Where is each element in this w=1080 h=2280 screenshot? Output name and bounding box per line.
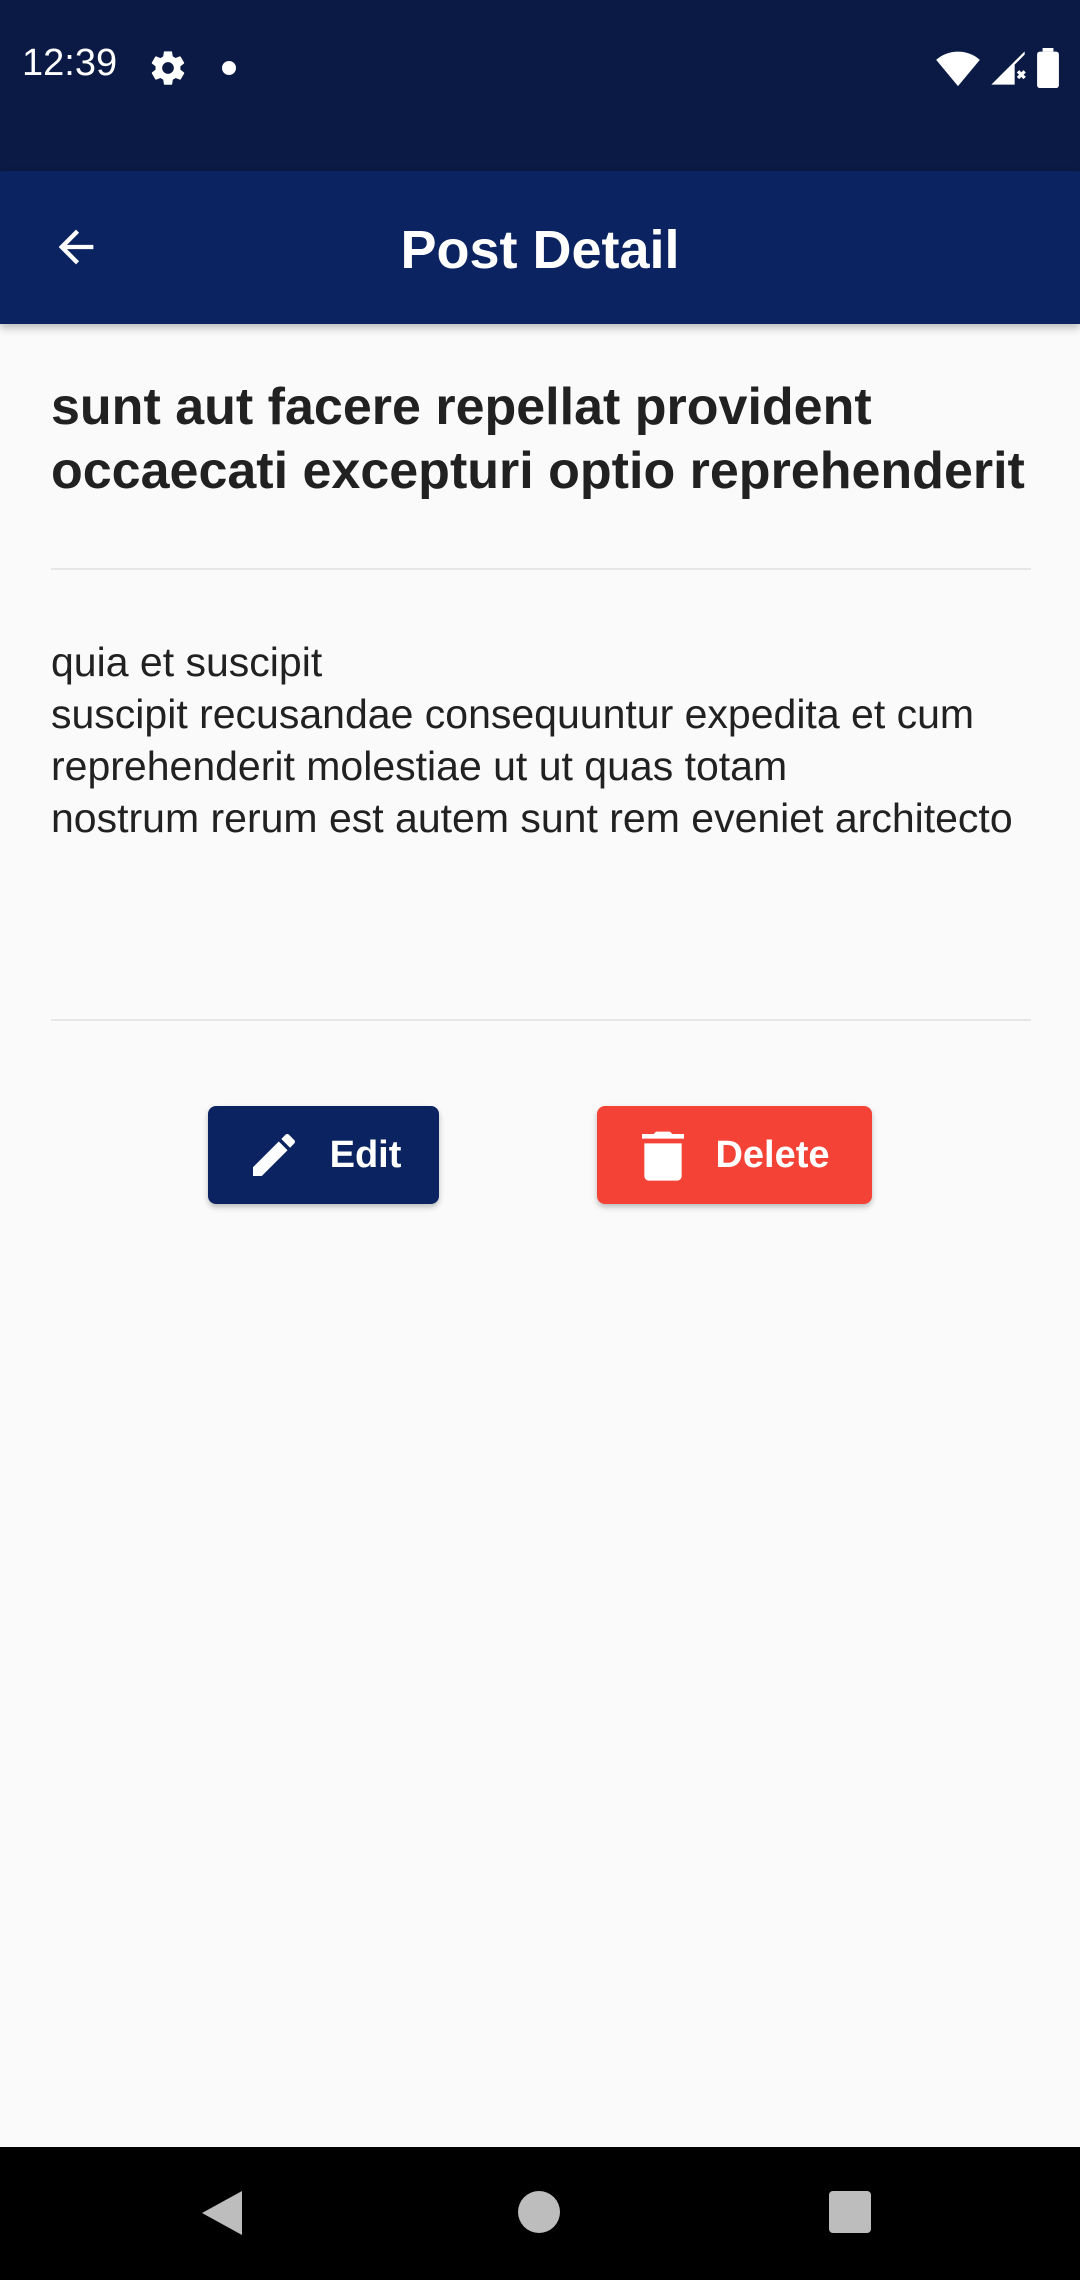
page-title: Post Detail — [400, 220, 680, 280]
delete-button-label: Delete — [715, 1133, 830, 1176]
edit-button[interactable]: Edit — [208, 1106, 439, 1204]
edit-button-label: Edit — [329, 1133, 402, 1176]
delete-button[interactable]: Delete — [597, 1106, 872, 1204]
nav-back-icon[interactable] — [202, 2191, 244, 2235]
post-body: quia et suscipit suscipit recusandae con… — [51, 639, 1013, 841]
status-time: 12:39 — [22, 42, 118, 84]
status-icons — [936, 48, 1060, 88]
post-title: sunt aut facere repellat provident occae… — [51, 378, 1025, 500]
system-nav-bar — [0, 2147, 1080, 2280]
nav-recent-icon[interactable] — [829, 2191, 871, 2233]
battery-icon — [1037, 48, 1059, 88]
wifi-icon — [936, 51, 980, 87]
status-bar: 12:39 — [0, 0, 1080, 171]
gear-icon — [151, 51, 185, 85]
post-header: sunt aut facere repellat provident occae… — [51, 375, 1031, 503]
signal-icon — [991, 51, 1026, 85]
app-bar: Post Detail — [0, 171, 1080, 324]
divider — [51, 568, 1031, 570]
trash-icon — [642, 1131, 685, 1181]
divider — [51, 1019, 1031, 1021]
pencil-icon — [252, 1133, 295, 1176]
nav-home-icon[interactable] — [518, 2191, 560, 2233]
notification-dot-icon — [222, 61, 236, 75]
